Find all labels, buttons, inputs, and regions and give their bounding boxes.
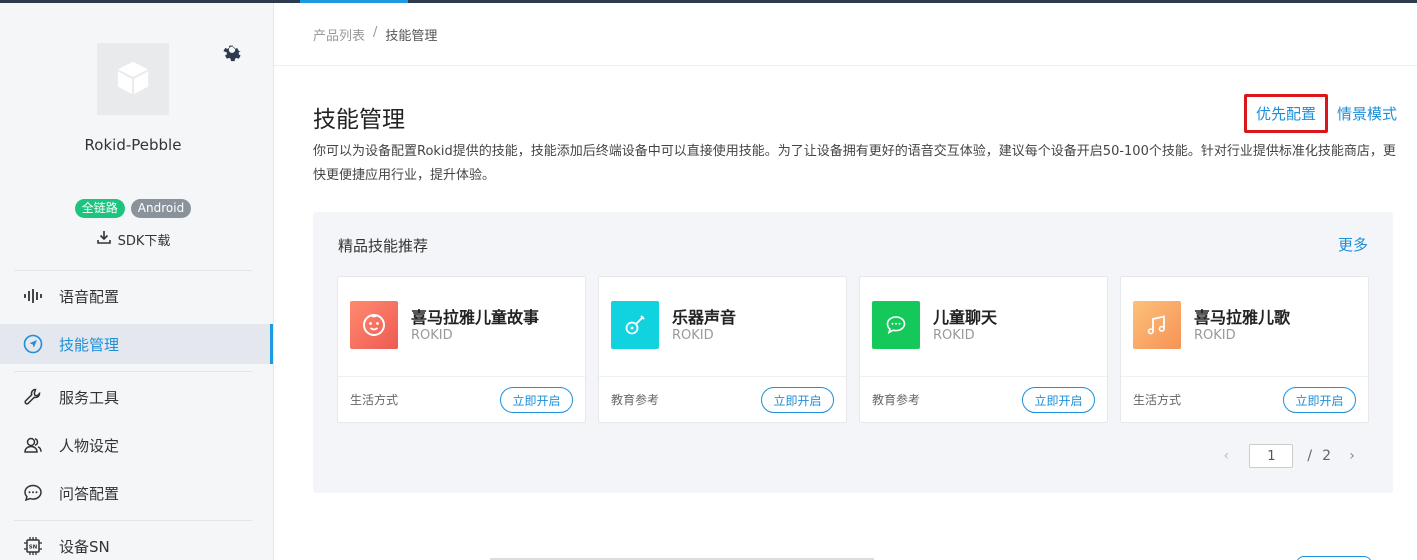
skill-developer: ROKID <box>933 328 975 343</box>
skill-name: 儿童聊天 <box>933 308 998 327</box>
card-divider <box>599 376 846 377</box>
skill-category: 生活方式 <box>1133 393 1182 407</box>
pagination: ‹ / 2 › <box>1215 444 1363 468</box>
sidebar-item-service-tools[interactable]: 服务工具 <box>0 377 273 417</box>
total-pages: 2 <box>1322 448 1331 464</box>
product-badges: 全链路 Android <box>0 199 266 218</box>
product-name: Rokid-Pebble <box>84 136 182 154</box>
pagination-separator: / <box>1307 448 1313 464</box>
skill-category: 教育参考 <box>611 393 660 407</box>
sidebar-divider <box>14 270 252 271</box>
page-number-input[interactable] <box>1249 444 1294 468</box>
chip-sn-icon: SN <box>22 535 44 557</box>
next-page-icon[interactable]: › <box>1341 448 1363 464</box>
sidebar-item-voice-config[interactable]: 语音配置 <box>0 276 273 316</box>
gear-icon[interactable] <box>220 40 244 64</box>
badge-platform: Android <box>130 199 192 218</box>
more-link[interactable]: 更多 <box>1338 234 1368 255</box>
badge-full-link: 全链路 <box>74 199 125 218</box>
enable-now-button[interactable]: 立即开启 <box>500 387 573 413</box>
sidebar-item-label: 设备SN <box>59 537 110 556</box>
skill-card[interactable]: 喜马拉雅儿童故事 ROKID 生活方式 立即开启 <box>337 276 586 423</box>
breadcrumb-divider <box>274 65 1417 66</box>
product-image <box>97 43 169 115</box>
skill-card[interactable]: 喜马拉雅儿歌 ROKID 生活方式 立即开启 <box>1120 276 1369 423</box>
enable-now-button[interactable]: 立即开启 <box>1283 387 1356 413</box>
enable-now-button[interactable]: 立即开启 <box>761 387 834 413</box>
skill-card[interactable]: 乐器声音 ROKID 教育参考 立即开启 <box>598 276 847 423</box>
skill-developer: ROKID <box>672 328 714 343</box>
sidebar-item-label: 人物设定 <box>59 436 120 455</box>
top-bar <box>0 0 1417 3</box>
voice-wave-icon <box>22 285 44 307</box>
enable-now-button[interactable]: 立即开启 <box>1022 387 1095 413</box>
priority-config-button[interactable]: 优先配置 <box>1243 94 1328 133</box>
sidebar-item-label: 服务工具 <box>59 388 120 407</box>
navigation-arrow-icon <box>22 333 44 355</box>
breadcrumb-product-list[interactable]: 产品列表 <box>313 25 365 44</box>
sidebar-item-label: 技能管理 <box>59 335 120 354</box>
card-divider <box>1121 376 1368 377</box>
sidebar-item-qa-config[interactable]: 问答配置 <box>0 473 273 513</box>
header-actions: 优先配置 情景模式 <box>1243 94 1397 133</box>
breadcrumb-current: 技能管理 <box>385 29 438 44</box>
download-icon <box>96 229 112 249</box>
page-description: 你可以为设备配置Rokid提供的技能，技能添加后终端设备中可以直接使用技能。为了… <box>313 144 1396 183</box>
sdk-download-label: SDK下载 <box>117 233 171 249</box>
prev-page-icon[interactable]: ‹ <box>1215 448 1237 464</box>
scene-mode-button[interactable]: 情景模式 <box>1337 103 1397 124</box>
skill-developer: ROKID <box>411 328 453 343</box>
bottom-button-partial[interactable] <box>1296 556 1372 560</box>
sidebar-divider <box>14 371 252 372</box>
recommended-skills-panel: 精品技能推荐 更多 喜马拉雅儿童故事 ROKID 生活方式 立即开启 乐器声音 … <box>313 212 1393 493</box>
skill-name: 喜马拉雅儿童故事 <box>411 308 540 327</box>
breadcrumb-separator: / <box>373 25 378 40</box>
wrench-icon <box>22 386 44 408</box>
skill-name: 乐器声音 <box>672 308 737 327</box>
music-note-icon <box>1133 301 1181 349</box>
chat-icon <box>872 301 920 349</box>
sidebar: Rokid-Pebble 全链路 Android SDK下载 语音配置 技能管理… <box>0 0 274 560</box>
sidebar-item-label: 语音配置 <box>59 287 120 306</box>
sidebar-item-device-sn[interactable]: SN 设备SN <box>0 526 273 560</box>
baby-face-icon <box>350 301 398 349</box>
breadcrumb: 产品列表 / 技能管理 <box>313 25 437 44</box>
skill-developer: ROKID <box>1194 328 1236 343</box>
svg-text:SN: SN <box>29 545 38 551</box>
users-icon <box>22 434 44 456</box>
skill-category: 生活方式 <box>350 393 399 407</box>
sidebar-item-label: 问答配置 <box>59 484 120 503</box>
page-title: 技能管理 <box>313 107 405 133</box>
skill-name: 喜马拉雅儿歌 <box>1194 308 1291 327</box>
card-divider <box>338 376 585 377</box>
skill-category: 教育参考 <box>872 393 921 407</box>
sidebar-divider <box>14 520 252 521</box>
recommended-skills-title: 精品技能推荐 <box>338 237 429 255</box>
sidebar-item-skill-management[interactable]: 技能管理 <box>0 324 273 364</box>
sdk-download-link[interactable]: SDK下载 <box>0 229 266 249</box>
chat-bubble-icon <box>22 482 44 504</box>
top-bar-active-indicator <box>300 0 408 3</box>
card-divider <box>860 376 1107 377</box>
sidebar-item-persona[interactable]: 人物设定 <box>0 425 273 465</box>
guitar-icon <box>611 301 659 349</box>
cube-icon <box>114 58 152 100</box>
skill-card[interactable]: 儿童聊天 ROKID 教育参考 立即开启 <box>859 276 1108 423</box>
